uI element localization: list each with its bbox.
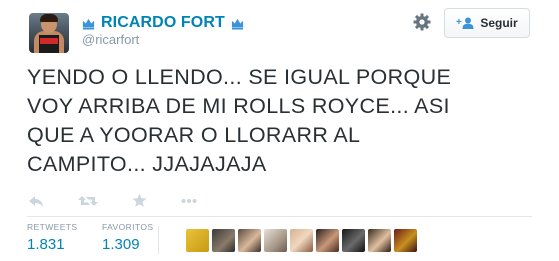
screen-name[interactable]: @ricarfort [82, 32, 139, 47]
reply-icon[interactable] [28, 194, 44, 208]
tweet-stats: RETWEETS 1.831 FAVORITOS 1.309 [27, 222, 177, 253]
tweet-text: YENDO O LLENDO... SE IGUAL PORQUE VOY AR… [27, 63, 537, 179]
tweet-line: VOY ARRIBA DE MI ROLLS ROYCE... ASI [27, 94, 450, 118]
favoriter-avatar[interactable] [316, 229, 339, 252]
favoriter-avatar[interactable] [186, 229, 209, 252]
favorite-icon[interactable] [132, 193, 147, 208]
favorites-count[interactable]: 1.309 [102, 236, 177, 253]
tweet-line: CAMPITO... JJAJAJAJA [27, 152, 267, 176]
tweet-line: YENDO O LLENDO... SE IGUAL PORQUE [27, 65, 452, 89]
crown-icon [231, 18, 243, 30]
favoriter-avatar[interactable] [368, 229, 391, 252]
retweets-label: RETWEETS [27, 222, 78, 232]
display-name[interactable]: RICARDO FORT [101, 14, 225, 32]
gear-icon[interactable] [412, 12, 432, 32]
avatar-shirt-print [40, 38, 58, 44]
svg-text:+: + [456, 17, 462, 28]
follow-button[interactable]: + Seguir [444, 8, 530, 38]
user-name-row[interactable]: RICARDO FORT [82, 13, 244, 33]
retweets-stat[interactable]: RETWEETS 1.831 [27, 222, 102, 253]
tweet-actions [28, 193, 197, 208]
tweet-line: QUE A YOORAR O LLORARR AL [27, 123, 361, 147]
favoriter-avatar[interactable] [342, 229, 365, 252]
follow-button-label: Seguir [480, 16, 518, 30]
follow-user-icon: + [456, 17, 474, 29]
divider [27, 216, 532, 217]
favoriter-avatar[interactable] [264, 229, 287, 252]
avatar[interactable] [29, 13, 69, 53]
retweets-count[interactable]: 1.831 [27, 236, 102, 253]
favoriter-avatar[interactable] [238, 229, 261, 252]
retweet-icon[interactable] [78, 194, 98, 208]
favorites-stat[interactable]: FAVORITOS 1.309 [102, 222, 177, 253]
stats-divider [158, 226, 159, 254]
favoriter-avatar[interactable] [394, 229, 417, 252]
favoriters-list [186, 229, 417, 252]
avatar-hair [40, 14, 58, 22]
favorites-label: FAVORITOS [102, 222, 154, 232]
favoriter-avatar[interactable] [212, 229, 235, 252]
crown-icon [82, 18, 95, 30]
more-icon[interactable] [181, 198, 197, 204]
favoriter-avatar[interactable] [290, 229, 313, 252]
